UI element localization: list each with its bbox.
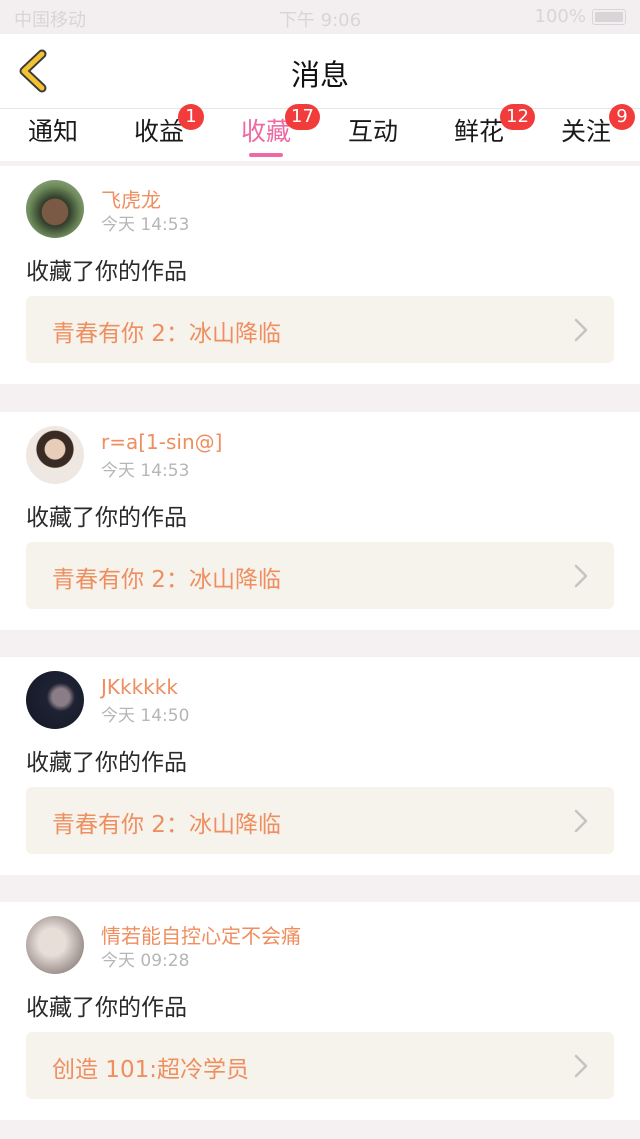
tab-notifications[interactable]: 通知: [0, 113, 106, 161]
action-text: 收藏了你的作品: [26, 995, 187, 1021]
work-link[interactable]: 青春有你 2：冰山降临: [26, 296, 614, 363]
tab-bar: 通知 收益 1 收藏 17 互动 鲜花 12 关注 9: [0, 104, 640, 161]
chevron-right-icon: [574, 809, 588, 833]
timestamp: 今天 14:53: [101, 461, 190, 481]
avatar[interactable]: [26, 426, 84, 484]
page-title: 消息: [290, 58, 349, 92]
tab-label: 通知: [27, 117, 78, 146]
unread-badge: 9: [609, 104, 635, 130]
unread-badge: 17: [285, 104, 320, 130]
avatar[interactable]: [26, 671, 84, 729]
tab-label: 收藏: [240, 117, 291, 146]
tab-label: 收益: [133, 117, 184, 146]
action-text: 收藏了你的作品: [26, 750, 187, 776]
timestamp: 今天 14:53: [101, 215, 190, 235]
timestamp: 今天 14:50: [101, 706, 190, 726]
work-title: 青春有你 2：冰山降临: [52, 321, 281, 347]
username-link[interactable]: 飞虎龙: [101, 184, 161, 213]
tab-following[interactable]: 关注 9: [533, 104, 639, 161]
username-link[interactable]: r=a[1-sin@]: [101, 430, 222, 454]
chevron-right-icon: [574, 318, 588, 342]
chevron-right-icon: [574, 1054, 588, 1078]
unread-badge: 1: [178, 104, 204, 130]
navigation-bar: 消息: [0, 34, 640, 109]
action-text: 收藏了你的作品: [26, 259, 187, 285]
message-card: 情若能自控心定不会痛 今天 09:28 收藏了你的作品 创造 101:超冷学员: [0, 902, 640, 1120]
message-card: 飞虎龙 今天 14:53 收藏了你的作品 青春有你 2：冰山降临: [0, 166, 640, 384]
action-text: 收藏了你的作品: [26, 505, 187, 531]
tab-label: 关注: [560, 117, 611, 146]
work-link[interactable]: 青春有你 2：冰山降临: [26, 542, 614, 609]
active-tab-indicator: [249, 153, 283, 157]
unread-badge: 12: [500, 104, 535, 130]
tab-label: 鲜花: [453, 117, 504, 146]
avatar[interactable]: [26, 916, 84, 974]
tab-label: 互动: [347, 117, 398, 146]
battery-icon: [592, 8, 626, 25]
work-title: 创造 101:超冷学员: [52, 1057, 249, 1083]
timestamp: 今天 09:28: [101, 951, 190, 971]
work-title: 青春有你 2：冰山降临: [52, 812, 281, 838]
battery-indicator: 100%: [535, 6, 626, 27]
message-card: JKkkkkk 今天 14:50 收藏了你的作品 青春有你 2：冰山降临: [0, 657, 640, 875]
tab-earnings[interactable]: 收益 1: [106, 104, 212, 161]
username-link[interactable]: JKkkkkk: [101, 675, 178, 699]
battery-percent: 100%: [534, 6, 586, 27]
tab-favorites[interactable]: 收藏 17: [213, 104, 320, 161]
chevron-right-icon: [574, 564, 588, 588]
status-bar: 中国移动 下午 9:06 100%: [0, 0, 640, 34]
tab-flowers[interactable]: 鲜花 12: [426, 104, 535, 161]
username-link[interactable]: 情若能自控心定不会痛: [101, 920, 301, 949]
avatar[interactable]: [26, 180, 84, 238]
tab-interactions[interactable]: 互动: [320, 113, 426, 161]
work-link[interactable]: 创造 101:超冷学员: [26, 1032, 614, 1099]
work-title: 青春有你 2：冰山降临: [52, 567, 281, 593]
message-card: r=a[1-sin@] 今天 14:53 收藏了你的作品 青春有你 2：冰山降临: [0, 412, 640, 630]
work-link[interactable]: 青春有你 2：冰山降临: [26, 787, 614, 854]
